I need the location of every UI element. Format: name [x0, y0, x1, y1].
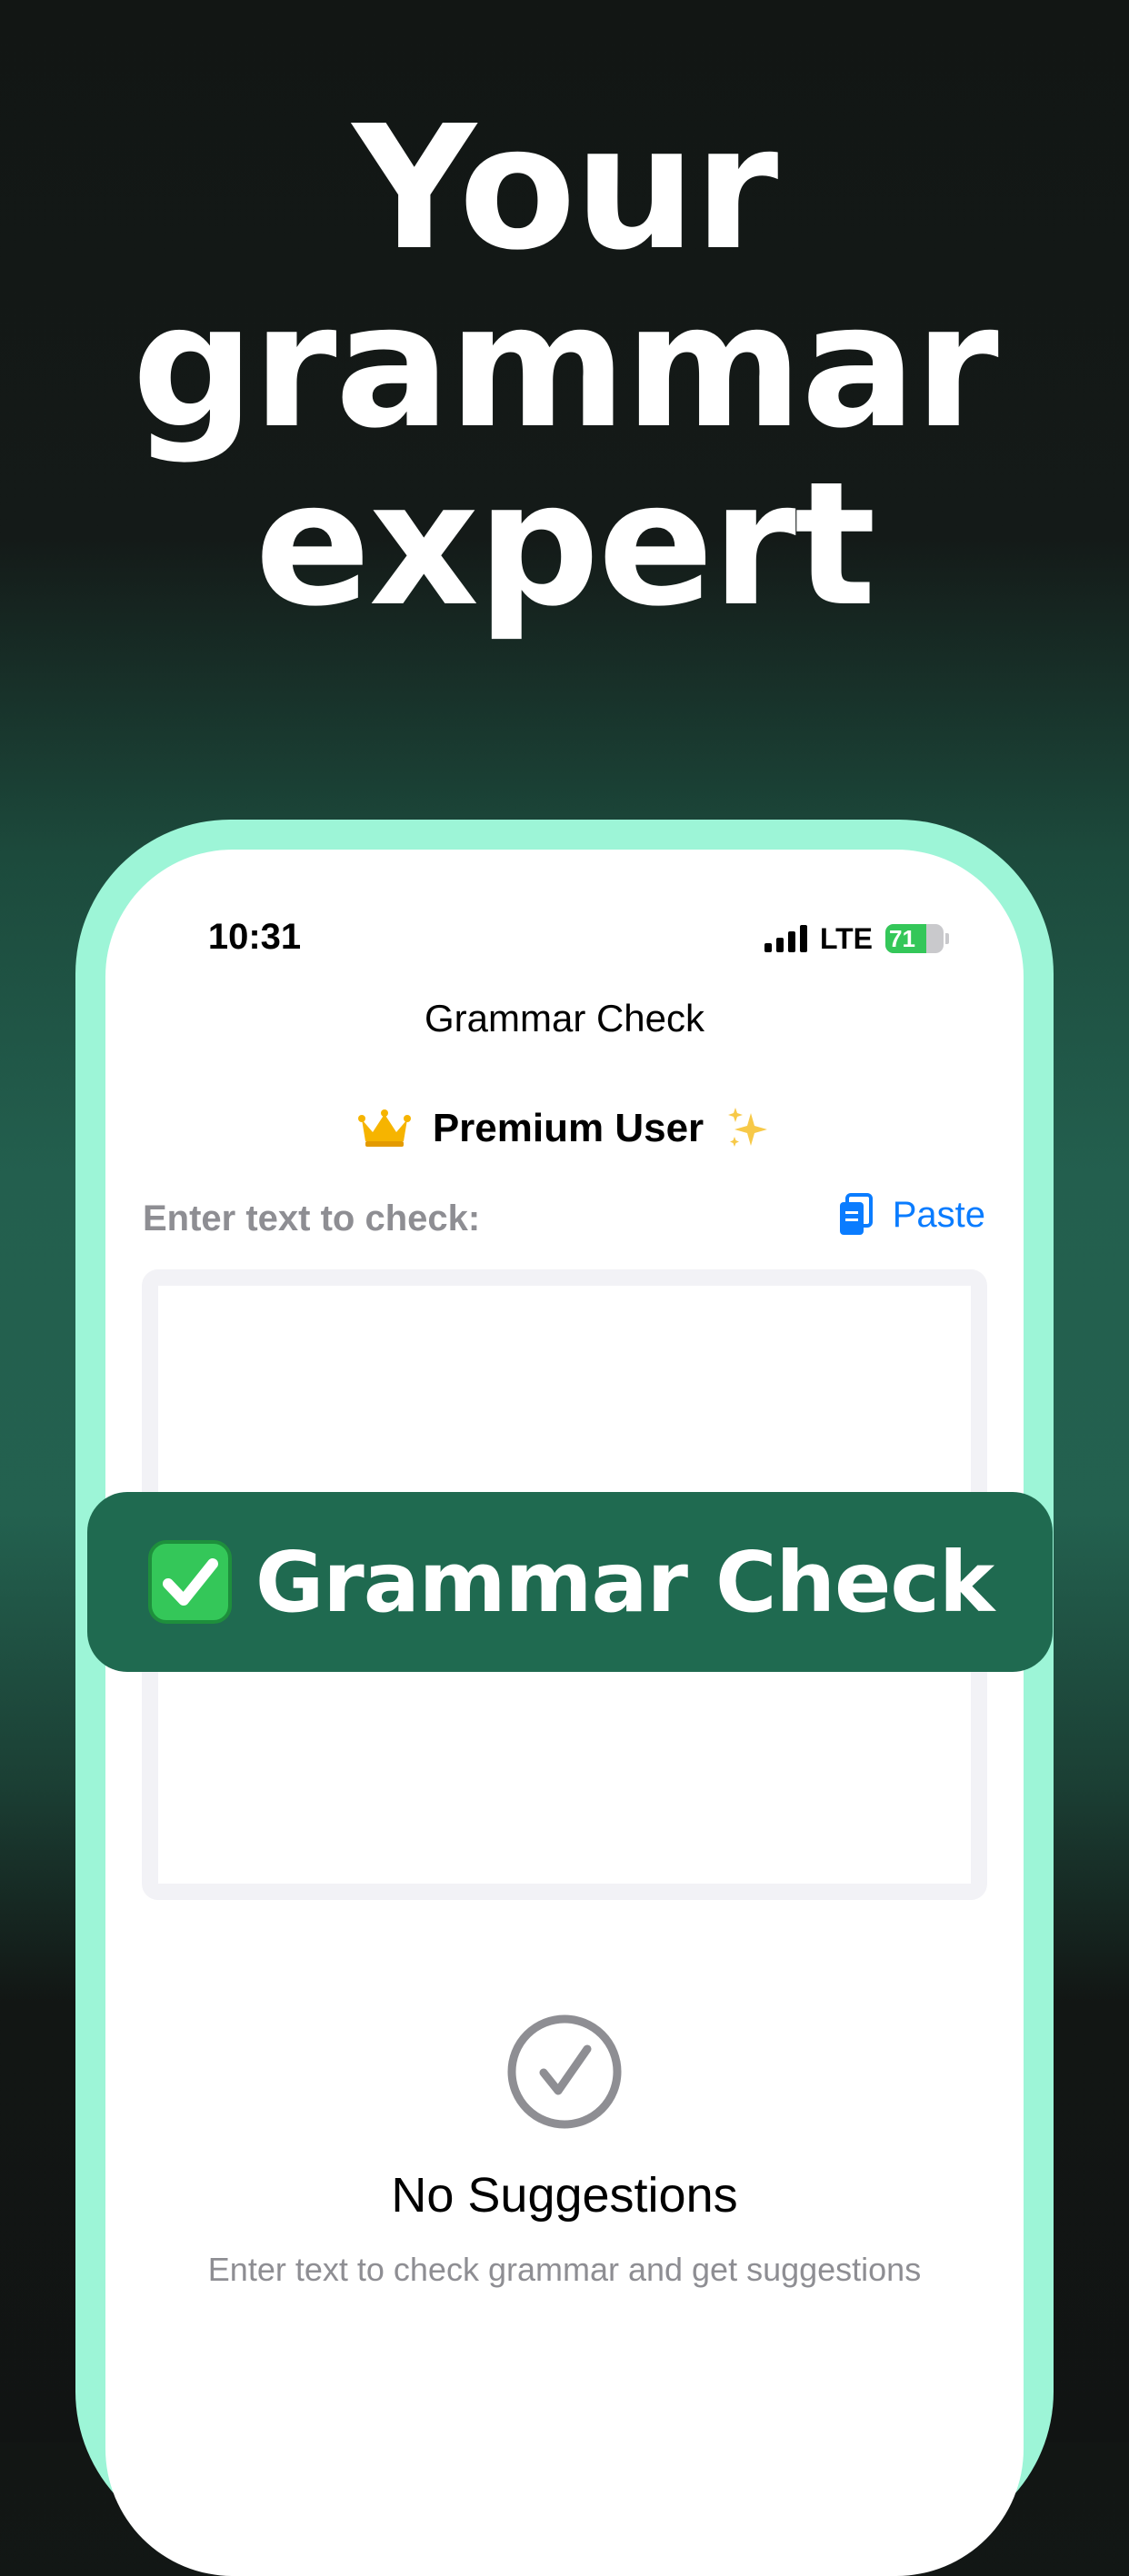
premium-label: Premium User — [432, 1106, 704, 1150]
empty-state-title: No Suggestions — [391, 2168, 738, 2223]
battery-cap — [945, 933, 949, 944]
network-label: LTE — [819, 921, 873, 955]
battery-icon: 71 — [885, 924, 944, 953]
input-label: Enter text to check: — [143, 1198, 481, 1238]
check-circle-icon — [507, 2014, 622, 2129]
phone-screen: 10:31 LTE 71 Grammar Check Premium User … — [105, 850, 1024, 2576]
phone-frame: 10:31 LTE 71 Grammar Check Premium User … — [75, 820, 1054, 2576]
battery-level: 71 — [889, 925, 915, 952]
banner-text: Grammar Check — [255, 1533, 994, 1631]
paste-button[interactable]: Paste — [838, 1193, 985, 1237]
page-title: Grammar Check — [424, 997, 705, 1039]
status-time: 10:31 — [207, 917, 302, 957]
feature-banner: Grammar Check — [87, 1492, 1053, 1672]
headline-line-1: Your — [352, 89, 779, 288]
paste-label: Paste — [892, 1194, 985, 1235]
crown-icon — [357, 1109, 411, 1147]
clipboard-icon — [839, 1193, 873, 1235]
headline-line-2: grammar — [132, 267, 999, 466]
sparkles-icon — [728, 1108, 768, 1147]
premium-badge: Premium User — [105, 1106, 1024, 1151]
empty-state-subtitle: Enter text to check grammar and get sugg… — [207, 2251, 922, 2288]
headline-line-3: expert — [255, 445, 875, 644]
headline: Your grammar expert — [0, 100, 1129, 634]
empty-state: No Suggestions Enter text to check gramm… — [105, 2013, 1024, 2289]
green-check-icon — [147, 1540, 232, 1624]
status-indicators: LTE 71 — [764, 920, 949, 957]
signal-icon — [764, 925, 807, 952]
